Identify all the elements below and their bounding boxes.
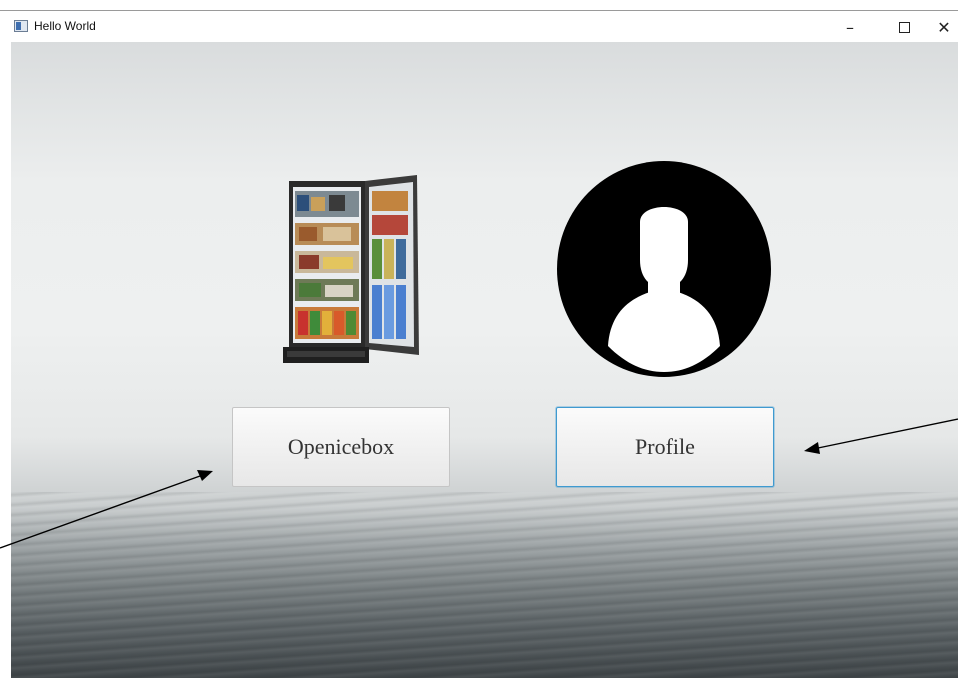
openicebox-button[interactable]: Openicebox [232, 407, 450, 487]
profile-button[interactable]: Profile [556, 407, 774, 487]
fridge-icon [283, 175, 419, 363]
minimize-icon: – [846, 17, 854, 37]
background-scene [11, 42, 958, 678]
close-icon: ✕ [937, 17, 951, 37]
close-button[interactable]: ✕ [930, 11, 958, 43]
minimize-button[interactable]: – [830, 11, 870, 43]
maximize-icon [898, 21, 910, 33]
maximize-button[interactable] [884, 11, 924, 43]
window-title: Hello World [34, 19, 96, 33]
app-icon [14, 20, 28, 32]
user-avatar-icon [557, 161, 771, 377]
title-bar: Hello World – ✕ [0, 10, 958, 42]
